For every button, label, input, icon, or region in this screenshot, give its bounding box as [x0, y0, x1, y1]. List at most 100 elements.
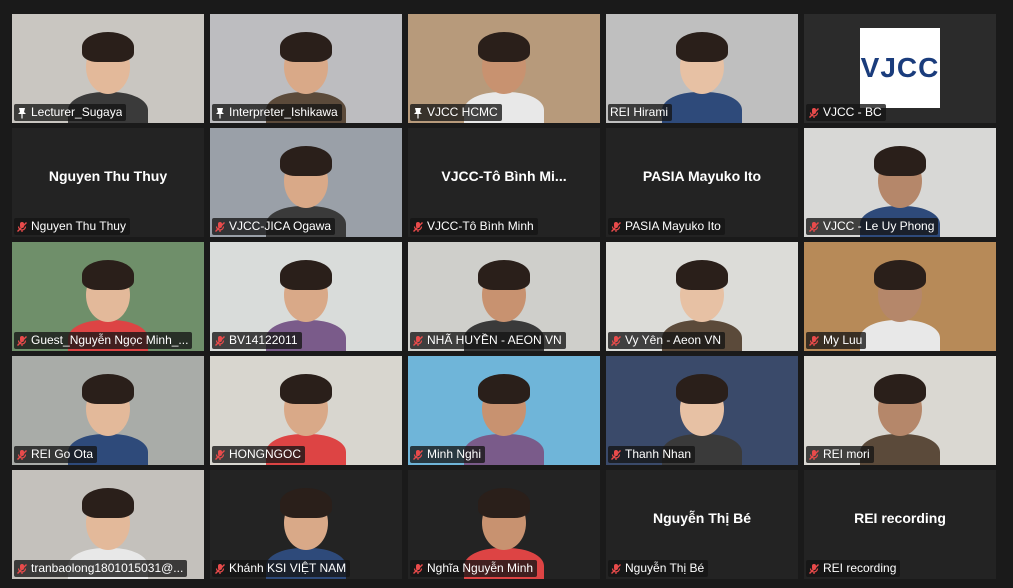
- participant-name: Nghĩa Nguyễn Minh: [427, 561, 534, 575]
- participant-tile-vy-yen-aeon-vn[interactable]: Vy Yên - Aeon VN: [606, 242, 798, 351]
- participant-name-label: Nghĩa Nguyễn Minh: [410, 560, 538, 577]
- participant-tile-khanh-ksi-viet-nam[interactable]: Khánh KSI VIỆT NAM: [210, 470, 402, 579]
- participant-tile-nguyen-thu-thuy[interactable]: Nguyen Thu Thuy Nguyen Thu Thuy: [12, 128, 204, 237]
- participant-hair: [478, 260, 530, 290]
- mic-muted-icon: [214, 335, 226, 347]
- participant-tile-nha-huyen-aeon-vn[interactable]: NHÃ HUYỀN - AEON VN: [408, 242, 600, 351]
- participant-name-label: PASIA Mayuko Ito: [608, 218, 725, 235]
- participant-name: My Luu: [823, 333, 863, 347]
- participant-name-label: VJCC-Tô Bình Minh: [410, 218, 538, 235]
- participant-hair: [874, 146, 926, 176]
- participant-name-label: NHÃ HUYỀN - AEON VN: [410, 332, 566, 349]
- participant-tile-guest-nguyen-ngoc-minh[interactable]: Guest_Nguyễn Ngọc Minh_...: [12, 242, 204, 351]
- mic-muted-icon: [412, 221, 424, 233]
- participant-display-name: Nguyễn Thị Bé: [652, 510, 751, 526]
- participant-name: REI mori: [823, 447, 870, 461]
- participant-tile-vjcc-le-uy-phong[interactable]: VJCC - Le Uy Phong: [804, 128, 996, 237]
- participant-hair: [676, 32, 728, 62]
- participant-hair: [280, 260, 332, 290]
- mic-muted-icon: [16, 563, 28, 575]
- participant-tile-my-luu[interactable]: My Luu: [804, 242, 996, 351]
- mic-muted-icon: [808, 107, 820, 119]
- participant-tile-vjcc-jica-ogawa[interactable]: VJCC-JICA Ogawa: [210, 128, 402, 237]
- mic-muted-icon: [808, 449, 820, 461]
- participant-tile-bv14122011[interactable]: BV14122011: [210, 242, 402, 351]
- mic-muted-icon: [808, 563, 820, 575]
- participant-hair: [478, 488, 530, 518]
- participant-name-label: Lecturer_Sugaya: [14, 104, 127, 121]
- participant-tile-rei-recording[interactable]: REI recording REI recording: [804, 470, 996, 579]
- mic-muted-icon: [16, 449, 28, 461]
- participant-tile-lecturer-sugaya[interactable]: Lecturer_Sugaya: [12, 14, 204, 123]
- participant-tile-interpreter-ishikawa[interactable]: Interpreter_Ishikawa: [210, 14, 402, 123]
- participant-name: tranbaolong1801015031@...: [31, 561, 184, 575]
- participant-hair: [874, 260, 926, 290]
- participant-hair: [478, 374, 530, 404]
- participant-tile-hongngoc[interactable]: HONGNGOC: [210, 356, 402, 465]
- mic-muted-icon: [16, 335, 28, 347]
- pin-icon: [16, 107, 28, 119]
- participant-name: VJCC HCMC: [427, 105, 498, 119]
- participant-tile-pasia-mayuko-ito[interactable]: PASIA Mayuko Ito PASIA Mayuko Ito: [606, 128, 798, 237]
- participant-hair: [280, 374, 332, 404]
- participant-name-label: REI mori: [806, 446, 874, 463]
- participant-tile-rei-hirami[interactable]: REI Hirami: [606, 14, 798, 123]
- participant-name-label: VJCC - BC: [806, 104, 886, 121]
- mic-muted-icon: [808, 221, 820, 233]
- participant-tile-thanh-nhan[interactable]: Thanh Nhan: [606, 356, 798, 465]
- participant-name-label: Nguyễn Thị Bé: [608, 560, 709, 577]
- participant-name-label: My Luu: [806, 332, 867, 349]
- pin-icon: [214, 107, 226, 119]
- pin-icon: [412, 107, 424, 119]
- participant-name: VJCC - Le Uy Phong: [823, 219, 935, 233]
- participant-tile-vjcc-hcmc[interactable]: VJCC HCMC: [408, 14, 600, 123]
- mic-muted-icon: [214, 221, 226, 233]
- participant-name-label: Nguyen Thu Thuy: [14, 218, 130, 235]
- participant-name-label: Vy Yên - Aeon VN: [608, 332, 726, 349]
- participant-name-label: VJCC - Le Uy Phong: [806, 218, 939, 235]
- participant-name-label: REI recording: [806, 560, 901, 577]
- participant-name: Lecturer_Sugaya: [31, 105, 123, 119]
- participant-tile-vjcc-to-binh-minh[interactable]: VJCC-Tô Bình Mi... VJCC-Tô Bình Minh: [408, 128, 600, 237]
- participant-tile-rei-mori[interactable]: REI mori: [804, 356, 996, 465]
- participant-silhouette: [860, 320, 940, 351]
- vjcc-logo: VJCC: [860, 28, 940, 108]
- participant-name: Interpreter_Ishikawa: [229, 105, 338, 119]
- participant-tile-vjcc-bc[interactable]: VJCC VJCC - BC: [804, 14, 996, 123]
- participant-name-label: Thanh Nhan: [608, 446, 696, 463]
- participant-tile-nguyen-thi-be[interactable]: Nguyễn Thị Bé Nguyễn Thị Bé: [606, 470, 798, 579]
- participant-display-name: PASIA Mayuko Ito: [642, 168, 762, 184]
- participant-hair: [280, 146, 332, 176]
- participant-hair: [82, 488, 134, 518]
- participant-name: Vy Yên - Aeon VN: [625, 333, 722, 347]
- participant-hair: [280, 32, 332, 62]
- participant-display-name: VJCC-Tô Bình Mi...: [441, 168, 567, 184]
- participant-tile-minh-nghi[interactable]: Minh Nghi: [408, 356, 600, 465]
- mic-muted-icon: [214, 563, 226, 575]
- participant-tile-nghia-nguyen-minh[interactable]: Nghĩa Nguyễn Minh: [408, 470, 600, 579]
- mic-muted-icon: [808, 335, 820, 347]
- participant-hair: [280, 488, 332, 518]
- mic-muted-icon: [610, 563, 622, 575]
- participant-silhouette: [662, 92, 742, 123]
- participant-name: Khánh KSI VIỆT NAM: [229, 561, 347, 575]
- participant-name-label: VJCC HCMC: [410, 104, 502, 121]
- participant-name: VJCC-Tô Bình Minh: [427, 219, 534, 233]
- participant-name-label: Interpreter_Ishikawa: [212, 104, 342, 121]
- mic-muted-icon: [412, 449, 424, 461]
- participant-name-label: Guest_Nguyễn Ngọc Minh_...: [14, 332, 193, 349]
- participant-hair: [478, 32, 530, 62]
- mic-muted-icon: [610, 335, 622, 347]
- participant-name: Nguyen Thu Thuy: [31, 219, 126, 233]
- participant-display-name: REI recording: [854, 510, 946, 526]
- mic-muted-icon: [214, 449, 226, 461]
- mic-muted-icon: [412, 563, 424, 575]
- participant-tile-tranbaolong1801015031[interactable]: tranbaolong1801015031@...: [12, 470, 204, 579]
- participant-hair: [676, 260, 728, 290]
- participant-name-label: Khánh KSI VIỆT NAM: [212, 560, 351, 577]
- participant-name: REI Hirami: [610, 105, 669, 119]
- participant-name-label: REI Hirami: [608, 104, 673, 121]
- participant-name: BV14122011: [229, 333, 298, 347]
- participant-hair: [82, 32, 134, 62]
- participant-tile-rei-go-ota[interactable]: REI Go Ota: [12, 356, 204, 465]
